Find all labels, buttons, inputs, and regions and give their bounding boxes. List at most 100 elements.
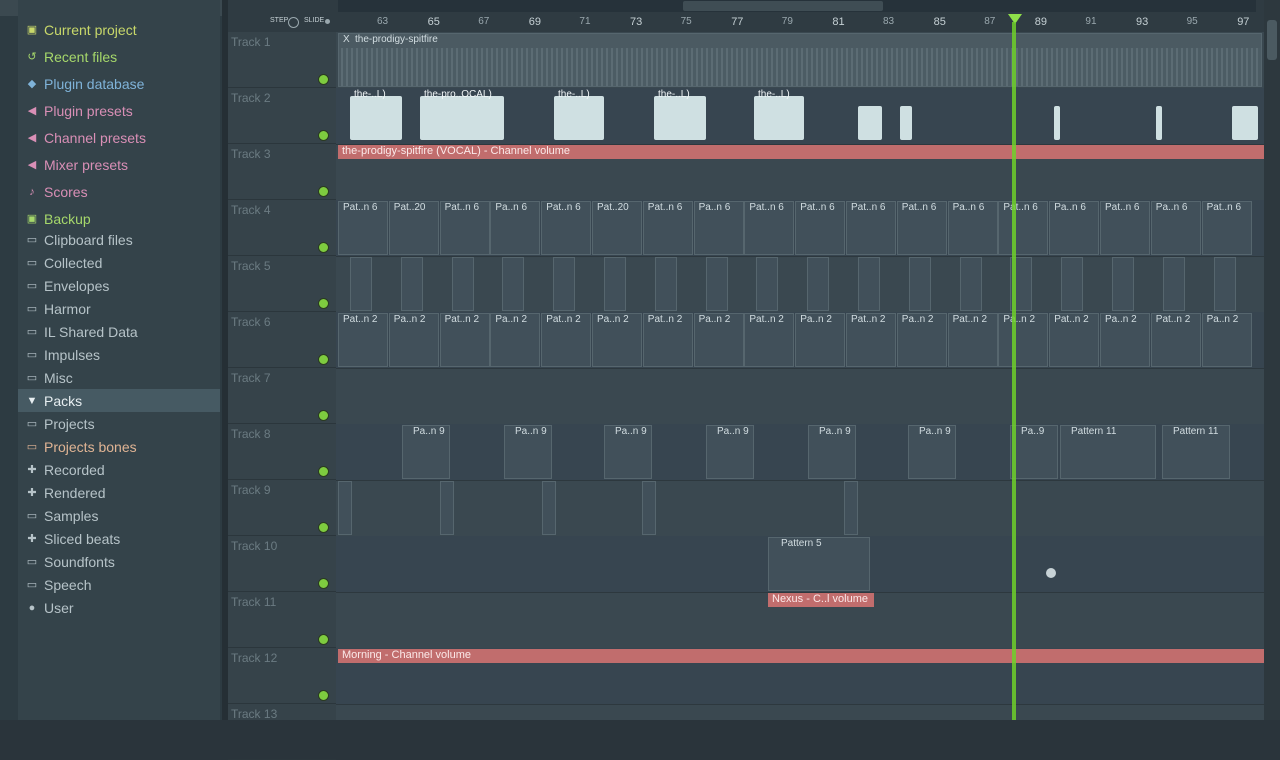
horizontal-scrollbar[interactable]: [338, 0, 1256, 12]
vertical-scrollbar-thumb[interactable]: [1267, 20, 1277, 60]
track-header[interactable]: Track 10: [228, 536, 336, 592]
pattern-clip[interactable]: Pa..n 9: [808, 425, 856, 479]
track-enable-icon[interactable]: [318, 186, 329, 197]
pattern-clip[interactable]: Pa..n 6: [947, 201, 998, 255]
pattern-clip[interactable]: [440, 481, 454, 535]
pattern-clip[interactable]: Pat..n 2: [338, 313, 388, 367]
pattern-clip[interactable]: Pa..n 2: [490, 313, 541, 367]
track-header[interactable]: Track 1: [228, 32, 336, 88]
pattern-clip[interactable]: Pat..20: [388, 201, 439, 255]
track-header[interactable]: Track 5: [228, 256, 336, 312]
vertical-scrollbar[interactable]: [1264, 0, 1280, 720]
pattern-clip[interactable]: Pa..9: [1010, 425, 1058, 479]
track-header[interactable]: Track 11: [228, 592, 336, 648]
pattern-clip[interactable]: Pa..n 2: [795, 313, 846, 367]
browser-item-projects[interactable]: ▭ Projects: [18, 412, 220, 435]
track-enable-icon[interactable]: [318, 578, 329, 589]
pattern-clip[interactable]: [654, 257, 677, 311]
browser-item-samples[interactable]: ▭ Samples: [18, 504, 220, 527]
track-enable-icon[interactable]: [318, 522, 329, 533]
pattern-clip[interactable]: Pa..n 2: [592, 313, 642, 367]
pattern-clip[interactable]: [844, 481, 858, 535]
pattern-clip[interactable]: [451, 257, 474, 311]
pattern-clip[interactable]: [1112, 257, 1134, 311]
browser-item-channel-presets[interactable]: ◀ Channel presets: [18, 126, 220, 149]
track-header[interactable]: Track 12: [228, 648, 336, 704]
automation-clip[interactable]: Nexus - C..l volume: [768, 593, 874, 607]
pattern-clip[interactable]: Pa..n 2: [998, 313, 1049, 367]
pattern-clip[interactable]: Pa..n 9: [504, 425, 552, 479]
pattern-clip[interactable]: Pat..n 2: [439, 313, 490, 367]
pattern-clip[interactable]: Pa..n 9: [908, 425, 956, 479]
pattern-clip[interactable]: Pattern 5: [768, 537, 870, 591]
track-enable-icon[interactable]: [318, 690, 329, 701]
track-enable-icon[interactable]: [318, 466, 329, 477]
track-enable-icon[interactable]: [318, 242, 329, 253]
pattern-clip[interactable]: [642, 481, 656, 535]
pattern-clip[interactable]: [604, 257, 626, 311]
pattern-clip[interactable]: Pa..n 2: [388, 313, 439, 367]
track-header[interactable]: Track 13: [228, 704, 336, 760]
pattern-clip[interactable]: [542, 481, 556, 535]
pattern-clip[interactable]: [338, 481, 352, 535]
browser-item-harmor[interactable]: ▭ Harmor: [18, 297, 220, 320]
browser-item-backup[interactable]: ▣ Backup: [18, 207, 220, 230]
browser-item-recorded[interactable]: ✚ Recorded: [18, 458, 220, 481]
timeline-ruler[interactable]: STEP SLIDE 63 65 67 69 71 73 75 77 79 81 83 85 87 89 9…: [228, 0, 1280, 32]
pattern-clip[interactable]: [959, 257, 982, 311]
browser-item-speech[interactable]: ▭ Speech: [18, 573, 220, 596]
track-enable-icon[interactable]: [318, 410, 329, 421]
pattern-clip[interactable]: Pat..n 6: [795, 201, 846, 255]
pattern-clip[interactable]: Pat..n 6: [642, 201, 693, 255]
knob-icon[interactable]: [1046, 568, 1056, 578]
pattern-clip[interactable]: Pa..n 2: [1100, 313, 1150, 367]
track-header[interactable]: Track 8: [228, 424, 336, 480]
browser-item-clipboard-files[interactable]: ▭ Clipboard files: [18, 228, 220, 251]
pattern-clip[interactable]: Pa..n 6: [490, 201, 541, 255]
pattern-clip[interactable]: [400, 257, 423, 311]
browser-item-packs[interactable]: ▼ Packs: [18, 389, 220, 412]
pattern-clip[interactable]: [807, 257, 830, 311]
pattern-clip[interactable]: Pa..n 6: [1049, 201, 1100, 255]
vocal-clip[interactable]: [420, 96, 504, 140]
browser-item-sliced-beats[interactable]: ✚ Sliced beats: [18, 527, 220, 550]
pattern-clip[interactable]: Pat..n 6: [338, 201, 388, 255]
browser-item-soundfonts[interactable]: ▭ Soundfonts: [18, 550, 220, 573]
pattern-clip[interactable]: [756, 257, 779, 311]
browser-item-current-project[interactable]: ▣ Current project: [18, 18, 220, 41]
playlist-grid[interactable]: the-prodigy-spitfire Xthe-..L) the-pro..OC…: [336, 32, 1264, 720]
pattern-clip[interactable]: Pa..n 2: [1201, 313, 1252, 367]
track-header[interactable]: Track 4: [228, 200, 336, 256]
pattern-clip[interactable]: Pat..n 6: [439, 201, 490, 255]
pattern-clip[interactable]: Pat..n 2: [642, 313, 693, 367]
automation-clip[interactable]: the-prodigy-spitfire (VOCAL) - Channel v…: [338, 145, 1264, 159]
pattern-clip[interactable]: [350, 257, 372, 311]
pattern-clip[interactable]: [858, 257, 880, 311]
browser-item-misc[interactable]: ▭ Misc: [18, 366, 220, 389]
track-header[interactable]: Track 2: [228, 88, 336, 144]
scrollbar-thumb[interactable]: [683, 1, 883, 11]
pattern-clip[interactable]: Pat..n 6: [1201, 201, 1252, 255]
browser-item-envelopes[interactable]: ▭ Envelopes: [18, 274, 220, 297]
pattern-clip[interactable]: Pat..n 6: [846, 201, 896, 255]
track-enable-icon[interactable]: [318, 354, 329, 365]
pattern-clip[interactable]: Pa..n 9: [604, 425, 652, 479]
pattern-clip[interactable]: Pattern 11: [1060, 425, 1156, 479]
vocal-clip[interactable]: [1232, 106, 1258, 140]
vocal-clip[interactable]: [554, 96, 604, 140]
track-header[interactable]: Track 3: [228, 144, 336, 200]
pattern-clip[interactable]: Pat..n 6: [998, 201, 1049, 255]
pattern-clip[interactable]: [705, 257, 728, 311]
browser-item-collected[interactable]: ▭ Collected: [18, 251, 220, 274]
pattern-clip[interactable]: Pat..n 2: [1049, 313, 1100, 367]
close-icon[interactable]: X: [343, 34, 350, 45]
browser-item-scores[interactable]: ♪ Scores: [18, 180, 220, 203]
vocal-clip[interactable]: [858, 106, 882, 140]
pattern-clip[interactable]: Pa..n 6: [693, 201, 744, 255]
pattern-clip[interactable]: [908, 257, 931, 311]
pattern-clip[interactable]: Pa..n 2: [693, 313, 744, 367]
browser-item-plugin-presets[interactable]: ◀ Plugin presets: [18, 99, 220, 122]
vocal-clip[interactable]: [654, 96, 706, 140]
pattern-clip[interactable]: [502, 257, 525, 311]
pattern-clip[interactable]: [1162, 257, 1185, 311]
